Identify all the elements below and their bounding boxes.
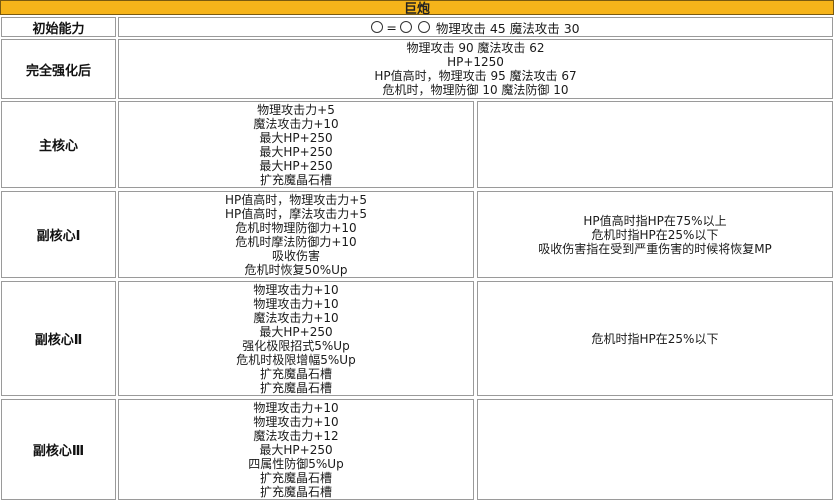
effect-line: 物理攻击力+10 xyxy=(253,282,339,297)
effect-line: 四属性防御5%Up xyxy=(248,456,344,471)
effects-cell: 物理攻击力+10 物理攻击力+10 魔法攻击力+10 最大HP+250 强化极限招式5%… xyxy=(118,281,474,396)
initial-stats-text: 物理攻击 45 魔法攻击 30 xyxy=(435,20,580,36)
effect-line: 危机时摩法防御力+10 xyxy=(235,234,357,249)
full-stat-line: HP+1250 xyxy=(447,55,504,69)
effects-cell: HP值高时，物理攻击力+5 HP值高时，摩法攻击力+5 危机时物理防御力+10 危机时… xyxy=(118,191,474,278)
row-label-cell: 主核心 xyxy=(1,101,116,188)
slot-ring-icon xyxy=(417,21,430,33)
full-stats-cell: 物理攻击 90 魔法攻击 62 HP+1250 HP值高时，物理攻击 95 魔法攻击… xyxy=(118,39,833,99)
effect-line: 扩充魔晶石槽 xyxy=(259,172,332,187)
core-label: 副核心Ⅰ xyxy=(36,229,81,244)
core-label: 副核心Ⅲ xyxy=(32,444,85,459)
full-label-cell: 完全强化后 xyxy=(1,39,116,99)
effect-line: 最大HP+250 xyxy=(259,144,333,159)
core-table: 巨炮 初始能力 = 物理攻击 45 魔法攻击 30 完全强化后 物理攻击 90 … xyxy=(0,0,834,501)
note-line: 危机时指HP在25%以下 xyxy=(591,227,719,242)
notes-cell xyxy=(477,399,833,500)
effect-line: 危机时物理防御力+10 xyxy=(235,220,357,235)
effect-line: 强化极限招式5%Up xyxy=(242,338,350,353)
initial-equals: = xyxy=(386,19,397,35)
notes-cell xyxy=(477,101,833,188)
full-stat-line: 危机时，物理防御 10 魔法防御 10 xyxy=(382,83,569,97)
slot-ring-icon xyxy=(399,21,412,33)
full-stat-line: 物理攻击 90 魔法攻击 62 xyxy=(406,41,545,55)
effect-line: 危机时极限增幅5%Up xyxy=(236,352,356,367)
row-label-cell: 副核心Ⅰ xyxy=(1,191,116,278)
effect-line: 魔法攻击力+12 xyxy=(253,428,339,443)
note-line: 吸收伤害指在受到严重伤害的时候将恢复MP xyxy=(538,241,772,256)
effect-line: 吸收伤害 xyxy=(271,248,320,263)
effect-line: HP值高时，物理攻击力+5 xyxy=(225,192,367,207)
core-label: 主核心 xyxy=(38,139,78,154)
note-line: HP值高时指HP在75%以上 xyxy=(583,213,727,228)
row-label-cell: 副核心Ⅲ xyxy=(1,399,116,500)
initial-label-cell: 初始能力 xyxy=(1,17,116,37)
table-title: 巨炮 xyxy=(0,0,834,17)
effect-line: 危机时恢复50%Up xyxy=(244,262,348,277)
notes-cell: 危机时指HP在25%以下 xyxy=(477,281,833,396)
row-label-cell: 副核心Ⅱ xyxy=(1,281,116,396)
effect-line: 物理攻击力+10 xyxy=(253,400,339,415)
slot-ring-icon xyxy=(371,21,384,33)
effect-line: 物理攻击力+10 xyxy=(253,414,339,429)
core-label: 副核心Ⅱ xyxy=(34,333,83,348)
effect-line: 扩充魔晶石槽 xyxy=(259,484,332,499)
table-title-text: 巨炮 xyxy=(403,2,430,17)
effect-line: 最大HP+250 xyxy=(259,324,333,339)
initial-stats-cell: = 物理攻击 45 魔法攻击 30 xyxy=(118,17,833,37)
effects-cell: 物理攻击力+10 物理攻击力+10 魔法攻击力+12 最大HP+250 四属性防御5%U… xyxy=(118,399,474,500)
effects-cell: 物理攻击力+5 魔法攻击力+10 最大HP+250 最大HP+250 最大HP+250 扩… xyxy=(118,101,474,188)
effect-line: 物理攻击力+5 xyxy=(257,102,335,117)
notes-cell: HP值高时指HP在75%以上 危机时指HP在25%以下 吸收伤害指在受到严重伤害的时… xyxy=(477,191,833,278)
effect-line: 魔法攻击力+10 xyxy=(253,116,339,131)
effect-line: 最大HP+250 xyxy=(259,130,333,145)
effect-line: HP值高时，摩法攻击力+5 xyxy=(225,206,367,221)
effect-line: 最大HP+250 xyxy=(259,442,333,457)
initial-label: 初始能力 xyxy=(32,21,85,37)
full-stat-line: HP值高时，物理攻击 95 魔法攻击 67 xyxy=(374,69,577,83)
effect-line: 物理攻击力+10 xyxy=(253,296,339,311)
effect-line: 魔法攻击力+10 xyxy=(253,310,339,325)
effect-line: 扩充魔晶石槽 xyxy=(259,380,332,395)
note-line: 危机时指HP在25%以下 xyxy=(591,331,719,346)
full-label: 完全强化后 xyxy=(25,63,91,79)
effect-line: 扩充魔晶石槽 xyxy=(259,366,332,381)
effect-line: 扩充魔晶石槽 xyxy=(259,470,332,485)
effect-line: 最大HP+250 xyxy=(259,158,333,173)
